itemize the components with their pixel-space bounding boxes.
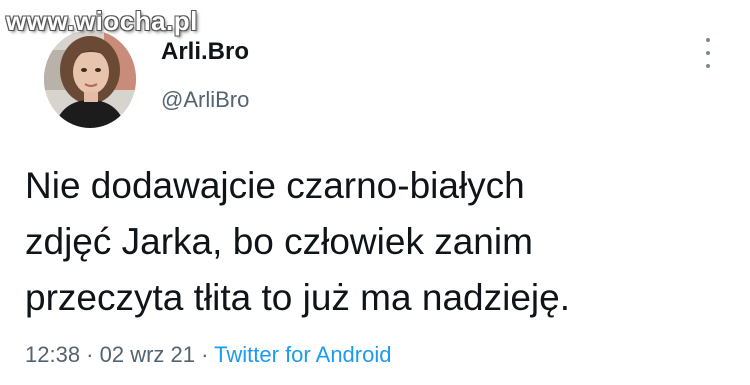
tweet-text-line: Nie dodawajcie czarno-białych	[25, 165, 525, 206]
menu-dot	[706, 38, 710, 42]
tweet-text-line: zdjęć Jarka, bo człowiek zanim	[25, 221, 533, 262]
avatar[interactable]	[44, 30, 136, 128]
tweet-text-line: przeczyta tłita to już ma nadzieję.	[25, 277, 570, 318]
tweet-text: Nie dodawajcie czarno-białych zdjęć Jark…	[25, 158, 740, 326]
menu-dot	[706, 51, 710, 55]
author-handle[interactable]: @ArliBro	[161, 86, 249, 114]
meta-separator: ·	[80, 342, 100, 367]
tweet-meta: 12:38 · 02 wrz 21 · Twitter for Android	[25, 340, 391, 370]
menu-dot	[706, 64, 710, 68]
meta-separator: ·	[195, 342, 215, 367]
tweet-time[interactable]: 12:38	[25, 342, 80, 367]
tweet-date[interactable]: 02 wrz 21	[100, 342, 195, 367]
avatar-photo	[44, 30, 136, 128]
author-display-name[interactable]: Arli.Bro	[161, 38, 249, 66]
more-vertical-icon[interactable]	[700, 38, 716, 68]
watermark-logo: www.wiocha.pl	[6, 6, 198, 36]
tweet-source-link[interactable]: Twitter for Android	[214, 342, 391, 367]
